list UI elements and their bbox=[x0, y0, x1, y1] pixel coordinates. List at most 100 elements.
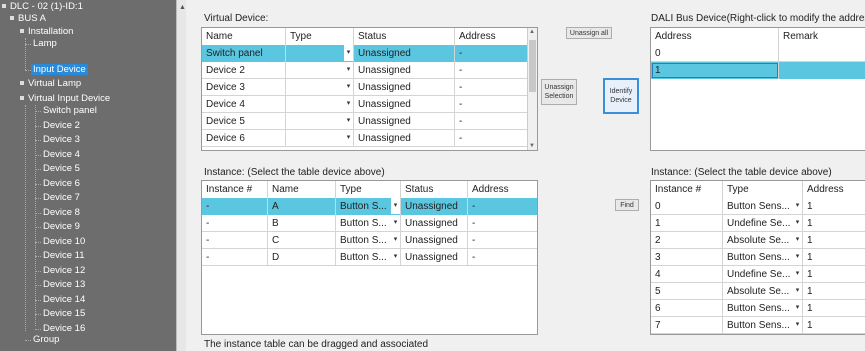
table-cell[interactable]: 1 bbox=[803, 300, 865, 317]
tree-node-device[interactable]: Device 9 bbox=[43, 221, 80, 233]
column-header[interactable]: Address bbox=[468, 181, 537, 198]
tree-node-device[interactable]: Device 5 bbox=[43, 163, 80, 175]
table-cell[interactable]: - bbox=[468, 215, 537, 232]
dropdown-arrow-icon[interactable]: ▾ bbox=[793, 317, 802, 333]
table-cell[interactable]: Device 6 bbox=[202, 130, 286, 147]
dropdown-arrow-icon[interactable]: ▾ bbox=[391, 215, 400, 231]
table-cell[interactable]: Unassigned bbox=[401, 232, 468, 249]
table-cell[interactable]: - bbox=[455, 62, 530, 79]
column-header[interactable]: Instance # bbox=[651, 181, 723, 198]
table-cell[interactable]: Button Sens... bbox=[723, 317, 803, 334]
table-cell[interactable]: Absolute Se... bbox=[723, 232, 803, 249]
table-row[interactable]: 4 Undefine Se... ▾ 1 bbox=[651, 266, 865, 283]
table-cell[interactable]: 1 bbox=[803, 232, 865, 249]
table-row[interactable]: - D Button S... ▾ Unassigned - bbox=[202, 249, 537, 266]
table-cell[interactable]: - bbox=[455, 96, 530, 113]
tree-node-input-device[interactable]: Input Device bbox=[31, 64, 88, 76]
column-header[interactable]: Instance # bbox=[202, 181, 268, 198]
table-cell[interactable]: Unassigned bbox=[401, 215, 468, 232]
table-cell[interactable]: Absolute Se... bbox=[723, 283, 803, 300]
table-cell[interactable]: Device 5 bbox=[202, 113, 286, 130]
table-cell[interactable]: - bbox=[455, 79, 530, 96]
scroll-up-icon[interactable]: ▲ bbox=[179, 4, 186, 11]
table-row[interactable]: 2 Absolute Se... ▾ 1 bbox=[651, 232, 865, 249]
dropdown-arrow-icon[interactable]: ▾ bbox=[344, 96, 353, 112]
table-cell[interactable]: 3 bbox=[651, 249, 723, 266]
tree-node-device[interactable]: Device 4 bbox=[43, 149, 80, 161]
column-header[interactable]: Address bbox=[803, 181, 865, 198]
dropdown-arrow-icon[interactable]: ▾ bbox=[344, 45, 353, 61]
column-header[interactable]: Address bbox=[651, 28, 779, 45]
table-cell[interactable]: 1 bbox=[651, 62, 779, 79]
column-header[interactable]: Type bbox=[286, 28, 354, 45]
dropdown-arrow-icon[interactable]: ▾ bbox=[793, 283, 802, 299]
table-cell[interactable]: - bbox=[468, 198, 537, 215]
table-cell[interactable]: B bbox=[268, 215, 336, 232]
tree-node-device[interactable]: Device 3 bbox=[43, 134, 80, 146]
table-cell[interactable]: Unassigned bbox=[354, 96, 455, 113]
tree-node-device[interactable]: Device 16 bbox=[43, 323, 85, 335]
scroll-down-icon[interactable]: ▼ bbox=[529, 143, 535, 149]
dali-bus-table[interactable]: Address Remark 0 1 bbox=[650, 27, 865, 151]
table-row[interactable]: - B Button S... ▾ Unassigned - bbox=[202, 215, 537, 232]
table-row[interactable]: - C Button S... ▾ Unassigned - bbox=[202, 232, 537, 249]
table-cell[interactable]: 7 bbox=[651, 317, 723, 334]
dropdown-arrow-icon[interactable]: ▾ bbox=[391, 198, 400, 214]
instance-right-table[interactable]: Instance # Type Address 0 Button Sens... ▾ 1 1 U… bbox=[650, 180, 865, 335]
table-cell[interactable]: Button Sens... bbox=[723, 249, 803, 266]
column-header[interactable]: Address bbox=[455, 28, 530, 45]
dropdown-arrow-icon[interactable]: ▾ bbox=[793, 198, 802, 214]
table-row[interactable]: - A Button S... ▾ Unassigned - bbox=[202, 198, 537, 215]
tree-node-virtual-lamp[interactable]: Virtual Lamp bbox=[20, 78, 81, 90]
table-cell[interactable]: 1 bbox=[803, 266, 865, 283]
tree-node-device[interactable]: Device 10 bbox=[43, 236, 85, 248]
table-cell[interactable]: 4 bbox=[651, 266, 723, 283]
table-cell[interactable]: Unassigned bbox=[354, 79, 455, 96]
dropdown-arrow-icon[interactable]: ▾ bbox=[793, 266, 802, 282]
table-cell[interactable] bbox=[779, 62, 865, 79]
column-header[interactable]: Name bbox=[268, 181, 336, 198]
scroll-up-icon[interactable]: ▲ bbox=[529, 29, 535, 35]
table-cell[interactable]: 0 bbox=[651, 198, 723, 215]
table-cell[interactable]: 1 bbox=[803, 249, 865, 266]
tree-node-device[interactable]: Device 15 bbox=[43, 308, 85, 320]
tree-node-device[interactable]: Device 14 bbox=[43, 294, 85, 306]
table-scrollbar[interactable]: ▲ ▼ bbox=[527, 28, 537, 150]
dropdown-arrow-icon[interactable]: ▾ bbox=[793, 232, 802, 248]
tree-node-device[interactable]: Device 13 bbox=[43, 279, 85, 291]
tree-node-device[interactable]: Device 8 bbox=[43, 207, 80, 219]
table-cell[interactable]: Unassigned bbox=[354, 130, 455, 147]
table-row[interactable]: Device 3 ▾ Unassigned - bbox=[202, 79, 537, 96]
table-cell[interactable]: 1 bbox=[803, 283, 865, 300]
table-cell[interactable]: Button Sens... bbox=[723, 198, 803, 215]
table-cell[interactable]: Unassigned bbox=[401, 249, 468, 266]
table-cell[interactable]: - bbox=[455, 130, 530, 147]
table-cell[interactable]: Undefine Se... bbox=[723, 215, 803, 232]
instance-table[interactable]: Instance # Name Type Status Address - A Button … bbox=[201, 180, 538, 335]
dropdown-arrow-icon[interactable]: ▾ bbox=[344, 130, 353, 146]
scroll-thumb[interactable] bbox=[529, 40, 536, 92]
tree-scrollbar[interactable]: ▲ bbox=[176, 0, 186, 351]
device-tree[interactable]: DLC - 02 (1)-ID:1 BUS A Installation Lam… bbox=[0, 0, 178, 351]
dropdown-arrow-icon[interactable]: ▾ bbox=[344, 62, 353, 78]
dropdown-arrow-icon[interactable]: ▾ bbox=[344, 113, 353, 129]
table-cell[interactable]: A bbox=[268, 198, 336, 215]
table-cell[interactable]: Unassigned bbox=[354, 45, 455, 62]
collapse-icon[interactable] bbox=[2, 4, 6, 9]
table-cell[interactable]: Device 4 bbox=[202, 96, 286, 113]
table-cell[interactable]: - bbox=[468, 249, 537, 266]
tree-node-virtual-input-device[interactable]: Virtual Input Device bbox=[20, 93, 110, 105]
table-cell[interactable]: C bbox=[268, 232, 336, 249]
expand-icon[interactable] bbox=[20, 81, 24, 86]
table-cell[interactable]: 1 bbox=[803, 317, 865, 334]
collapse-icon[interactable] bbox=[20, 96, 24, 101]
table-row[interactable]: Switch panel ▾ Unassigned - bbox=[202, 45, 537, 62]
table-cell[interactable]: Device 2 bbox=[202, 62, 286, 79]
table-cell[interactable]: 6 bbox=[651, 300, 723, 317]
dropdown-arrow-icon[interactable]: ▾ bbox=[391, 249, 400, 265]
tree-node-device[interactable]: Device 11 bbox=[43, 250, 85, 262]
table-cell[interactable] bbox=[779, 45, 865, 62]
table-row[interactable]: Device 2 ▾ Unassigned - bbox=[202, 62, 537, 79]
table-row[interactable]: 1 Undefine Se... ▾ 1 bbox=[651, 215, 865, 232]
tree-node-device[interactable]: Switch panel bbox=[43, 105, 97, 117]
